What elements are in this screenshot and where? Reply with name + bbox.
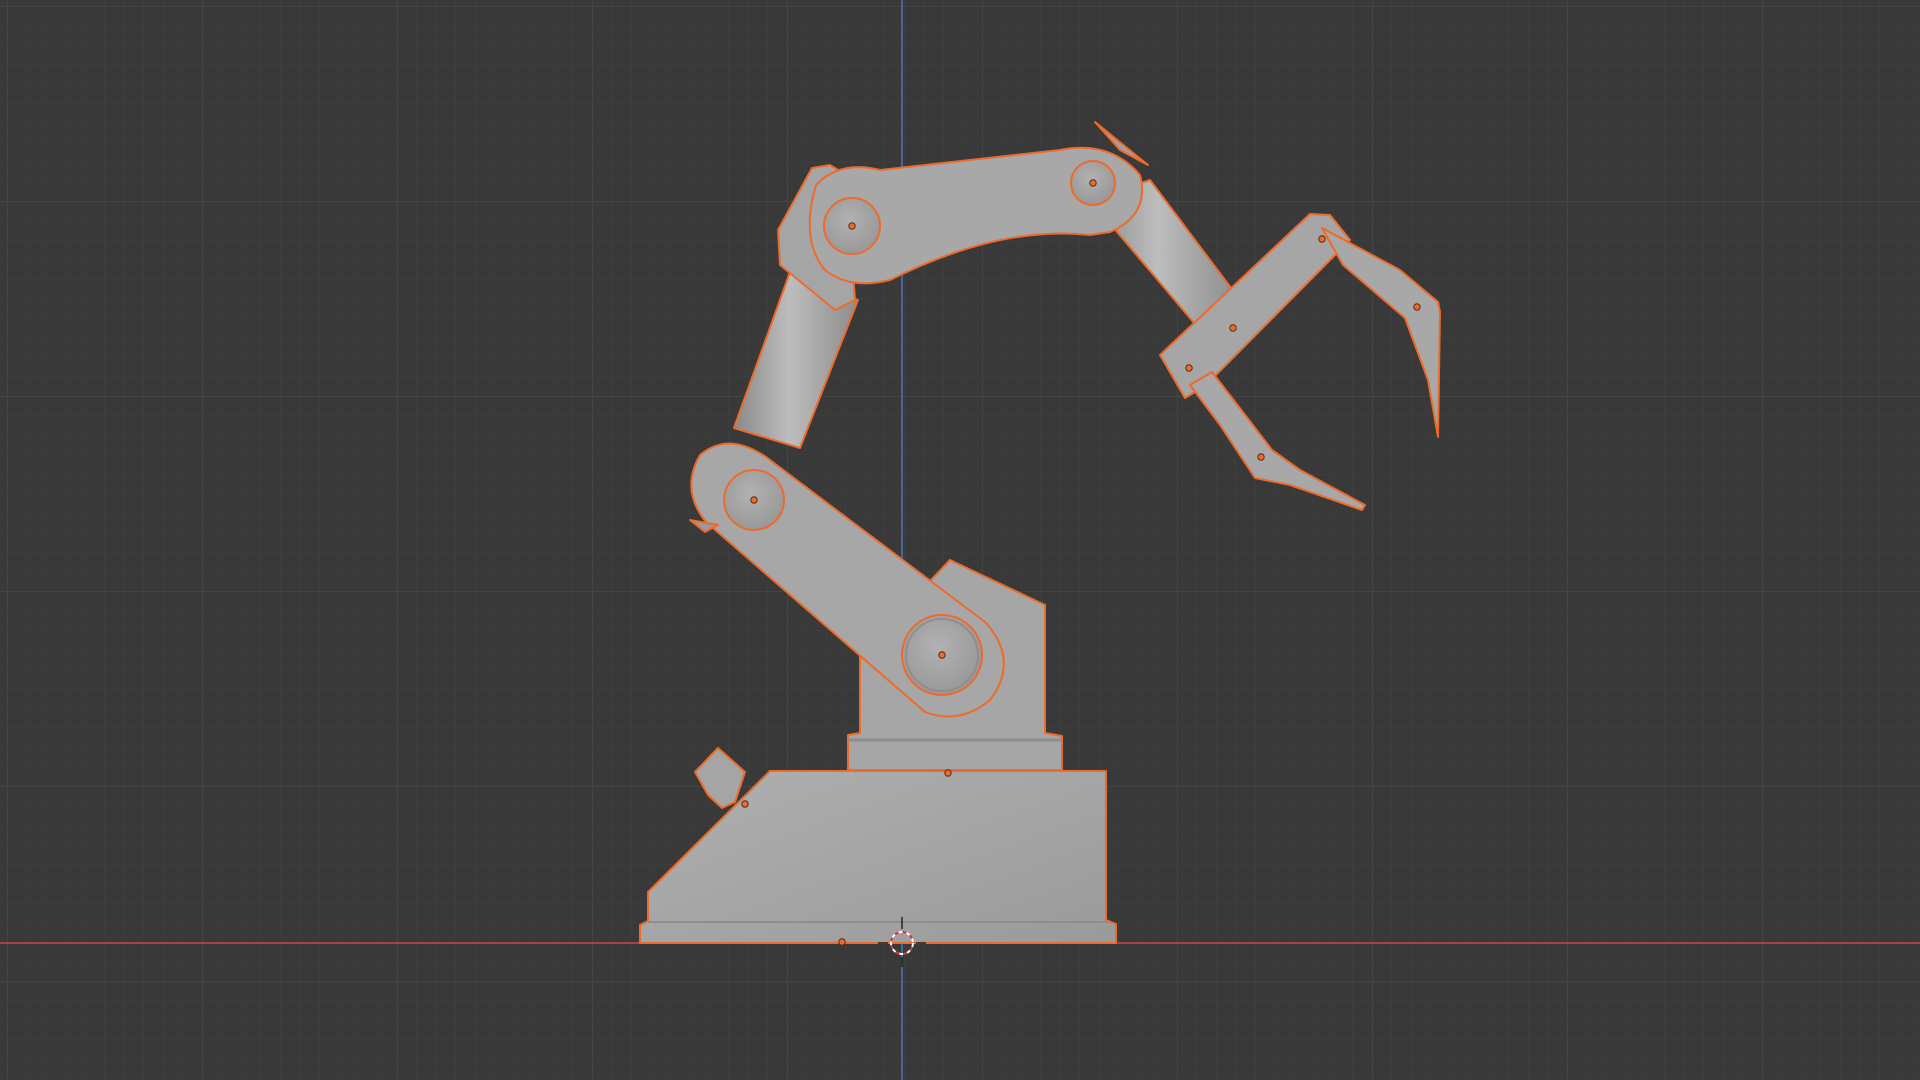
3d-viewport[interactable] xyxy=(0,0,1920,1080)
viewport-canvas[interactable] xyxy=(0,0,1920,1080)
